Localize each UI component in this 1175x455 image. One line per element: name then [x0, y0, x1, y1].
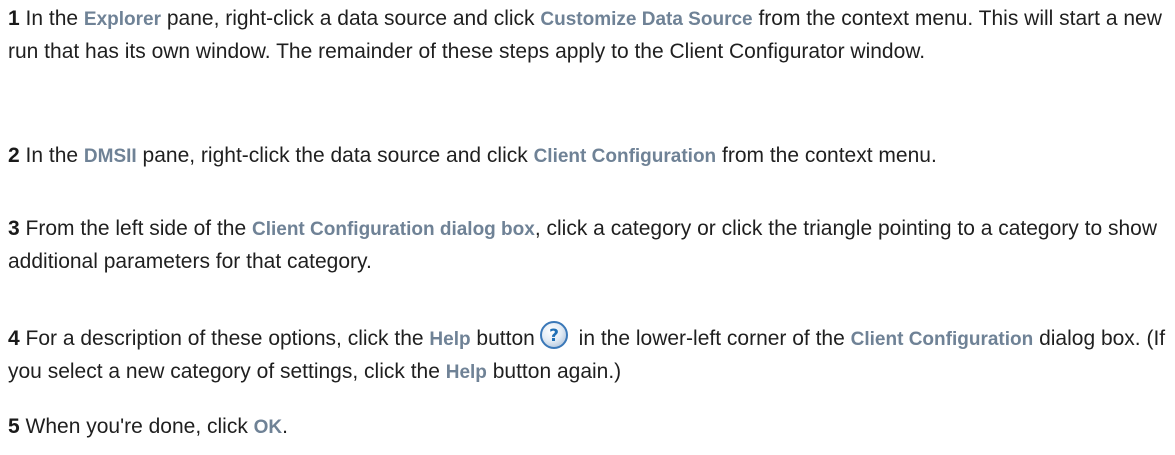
step-number: 3: [8, 217, 20, 240]
ui-term-dmsii: DMSII: [83, 146, 137, 167]
ui-term-client-configuration-dialog-box: Client Configuration dialog box: [251, 219, 535, 240]
step-number: 5: [8, 415, 20, 438]
step-5: 5 When you're done, click OK.: [8, 415, 288, 438]
ui-term-explorer: Explorer: [83, 9, 162, 30]
step-number: 4: [8, 327, 20, 350]
procedure-steps: 1 In the Explorer pane, right-click a da…: [0, 0, 1175, 455]
ui-term-help: Help: [429, 329, 471, 350]
step-2: 2 In the DMSII pane, right-click the dat…: [8, 144, 937, 167]
ui-term-customize-data-source: Customize Data Source: [540, 9, 753, 30]
svg-text:?: ?: [549, 326, 559, 346]
step-3: 3 From the left side of the Client Confi…: [8, 217, 1157, 273]
step-1: 1 In the Explorer pane, right-click a da…: [8, 7, 1162, 63]
step-number: 2: [8, 144, 20, 167]
step-4: 4 For a description of these options, cl…: [8, 320, 1168, 389]
ui-term-help: Help: [445, 362, 487, 383]
step-number: 1: [8, 7, 20, 30]
help-question-icon: ?: [539, 320, 569, 350]
ui-term-ok: OK: [253, 417, 283, 438]
ui-term-client-configuration: Client Configuration: [533, 146, 717, 167]
ui-term-client-configuration: Client Configuration: [850, 329, 1034, 350]
